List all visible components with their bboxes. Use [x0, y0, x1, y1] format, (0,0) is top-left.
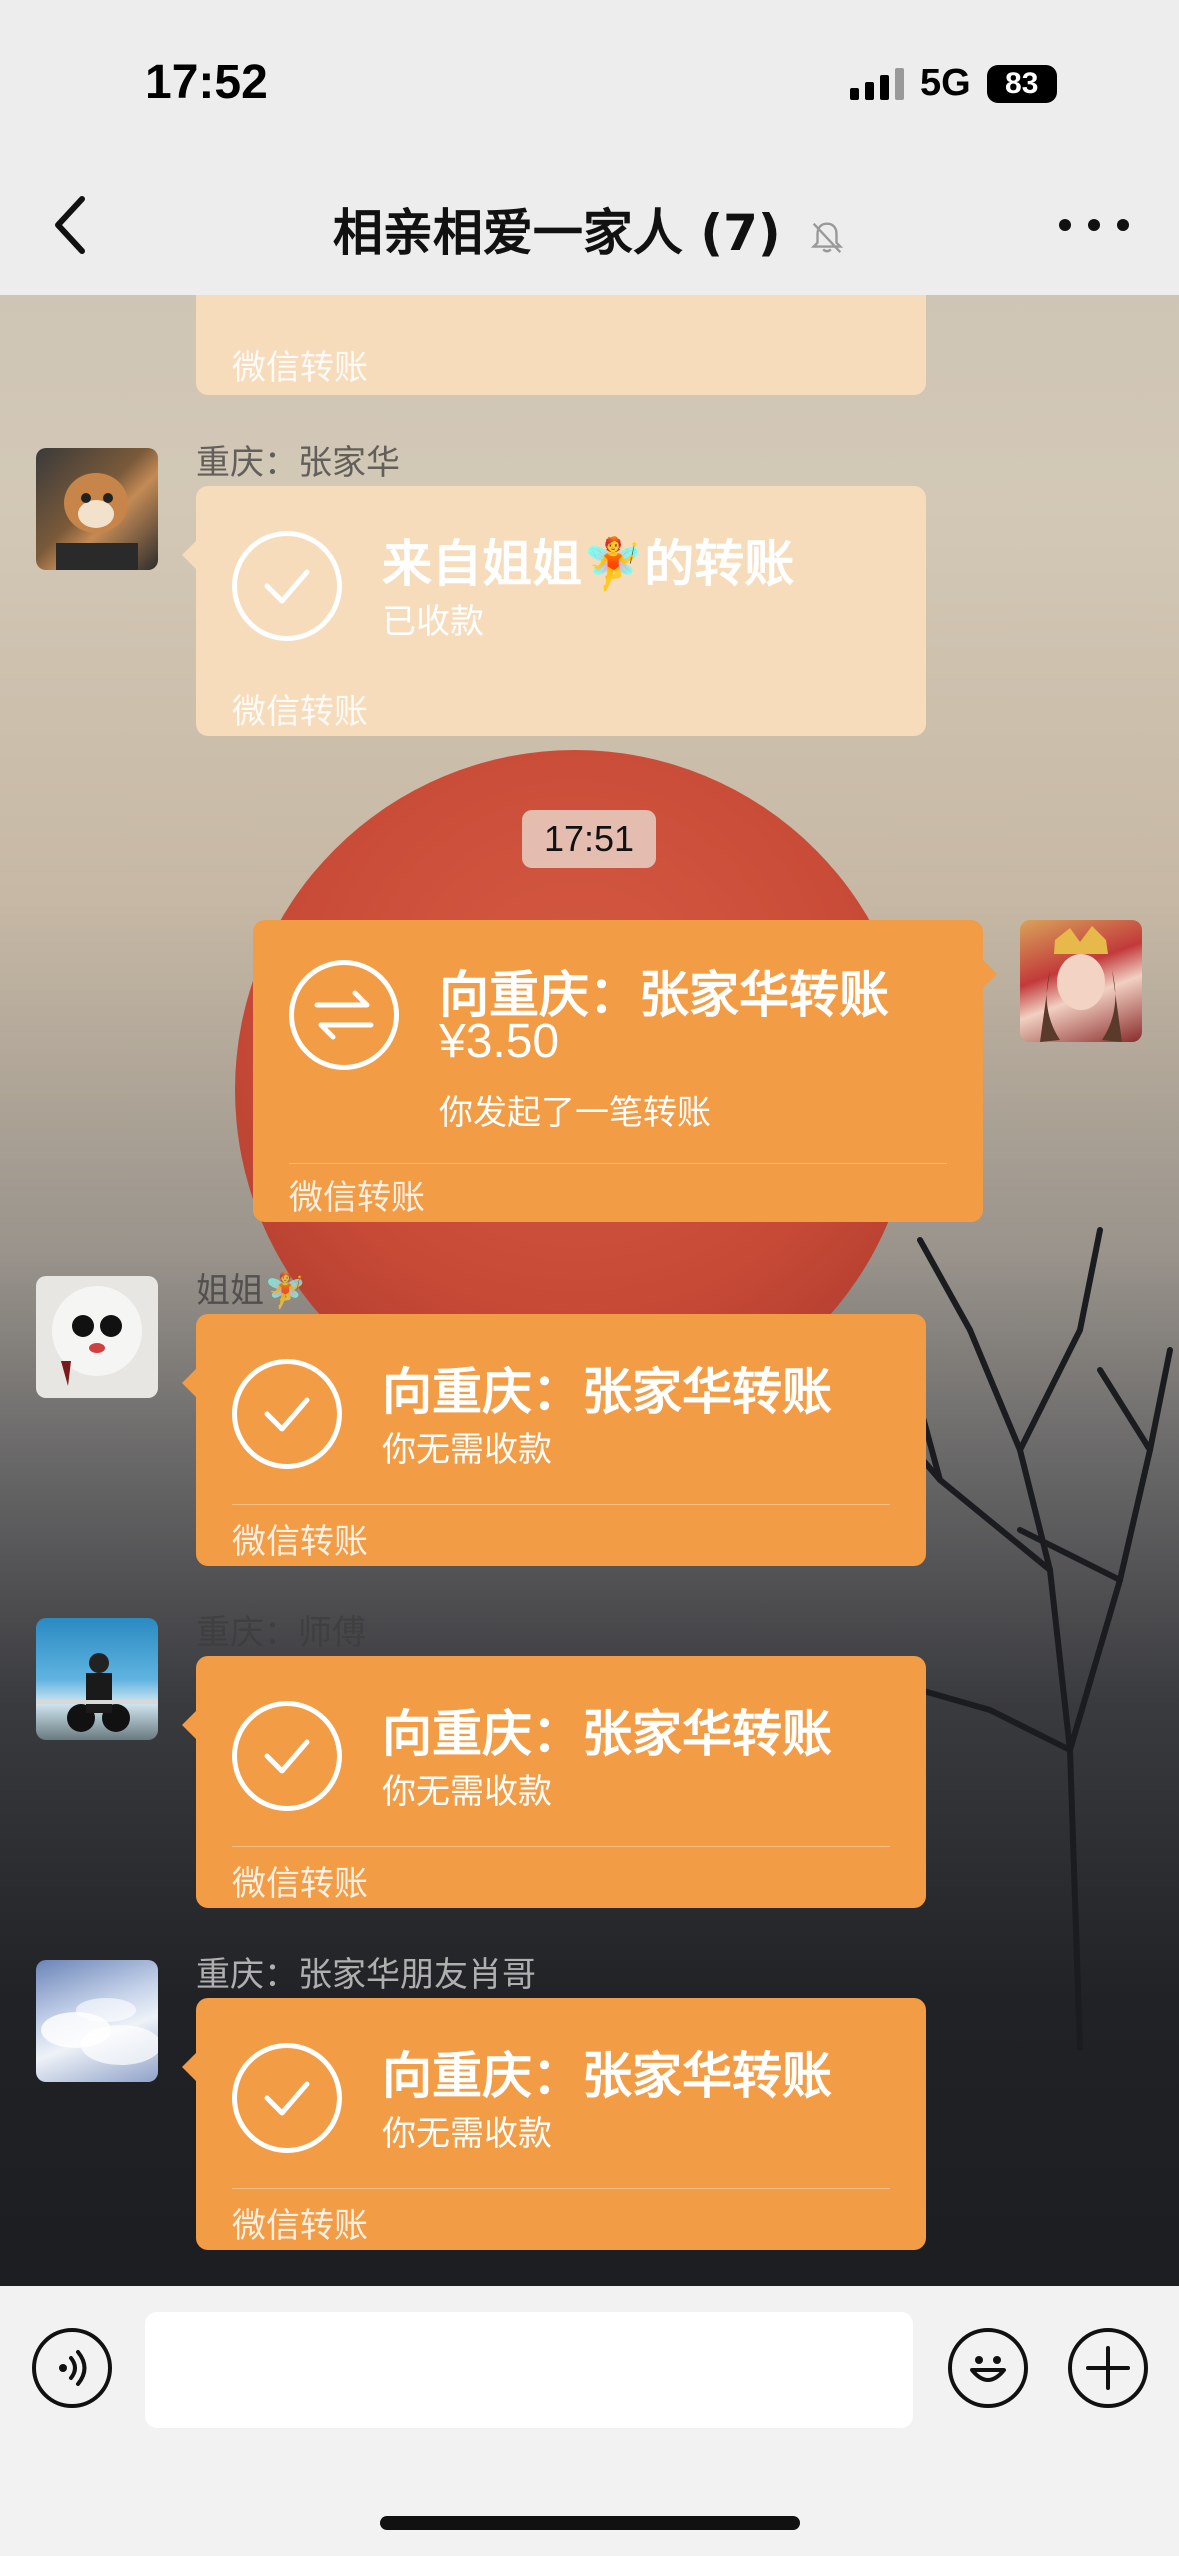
message-input[interactable]	[145, 2312, 913, 2428]
transfer-card[interactable]: 来自姐姐🧚的转账 已收款 微信转账	[182, 486, 926, 736]
transfer-title: 向重庆：张家华转账	[382, 1705, 832, 1763]
card-divider	[232, 1846, 890, 1847]
transfer-status: 你无需收款	[382, 1772, 552, 1812]
motorcycle-avatar-icon	[36, 1653, 158, 1732]
bubble-tail	[182, 1369, 196, 1397]
wallpaper-tree	[877, 1227, 1173, 2050]
transfer-status: 你无需收款	[382, 1430, 552, 1470]
plus-icon	[1086, 2346, 1130, 2390]
transfer-card[interactable]: 向重庆：张家华转账 你无需收款 微信转账	[182, 1998, 926, 2250]
timestamp: 17:51	[522, 810, 656, 868]
avatar[interactable]	[36, 1618, 158, 1740]
transfer-status: 你无需收款	[382, 2114, 552, 2154]
check-icon	[232, 1359, 342, 1469]
card-divider	[232, 2188, 890, 2189]
bubble-tail	[983, 960, 997, 988]
check-icon	[232, 1701, 342, 1811]
clouds-avatar-icon	[41, 1998, 158, 2065]
transfer-amount: ¥3.50	[439, 1015, 560, 1068]
voice-icon	[59, 2350, 87, 2386]
sender-name: 姐姐🧚	[196, 1271, 307, 1311]
girl-avatar-icon	[1040, 926, 1122, 1042]
avatar[interactable]	[36, 1276, 158, 1398]
white-hair-avatar-icon	[52, 1286, 142, 1386]
cellular-signal-icon	[850, 67, 904, 100]
status-time-overlay: 17:52	[145, 56, 268, 109]
check-icon	[232, 2043, 342, 2153]
transfer-card[interactable]: 向重庆：张家华转账 你无需收款 微信转账	[182, 1314, 926, 1566]
transfer-title: 来自姐姐🧚的转账	[382, 535, 795, 593]
mute-bell-icon	[810, 222, 844, 253]
transfer-title: 向重庆：张家华转账	[382, 1363, 832, 1421]
transfer-arrows-icon	[289, 960, 399, 1070]
transfer-card-footer: 微信转账	[232, 348, 368, 388]
network-type-overlay: 5G	[920, 62, 971, 104]
bubble-tail	[182, 1711, 196, 1739]
transfer-card[interactable]: 向重庆：张家华转账 你无需收款 微信转账	[182, 1656, 926, 1908]
sender-name: 重庆：师傅	[196, 1613, 366, 1653]
bubble-tail	[182, 2053, 196, 2081]
more-options-button[interactable]	[1059, 210, 1129, 240]
sender-name: 重庆：张家华	[196, 443, 400, 483]
avatar[interactable]	[36, 448, 158, 570]
dot-icon	[1088, 219, 1100, 231]
avatar[interactable]	[1020, 920, 1142, 1042]
battery-icon: 83	[986, 64, 1057, 103]
dog-avatar-icon	[56, 473, 138, 570]
card-divider	[289, 1163, 947, 1164]
transfer-card-footer: 微信转账	[232, 1522, 368, 1562]
transfer-card-footer: 微信转账	[232, 2206, 368, 2246]
transfer-card-footer: 微信转账	[289, 1178, 425, 1218]
transfer-card-footer: 微信转账	[232, 1864, 368, 1904]
voice-input-button[interactable]	[32, 2328, 112, 2408]
transfer-title: 向重庆：张家华转账	[382, 2047, 832, 2105]
home-indicator	[380, 2516, 800, 2530]
emoji-button[interactable]	[948, 2328, 1028, 2408]
dot-icon	[1117, 219, 1129, 231]
bubble-tail	[182, 541, 196, 569]
dot-icon	[1059, 219, 1071, 231]
smiley-icon	[970, 2356, 1006, 2382]
avatar[interactable]	[36, 1960, 158, 2082]
transfer-status: 你发起了一笔转账	[439, 1093, 711, 1133]
card-divider	[232, 1504, 890, 1505]
transfer-status: 已收款	[382, 602, 484, 642]
more-actions-button[interactable]	[1068, 2328, 1148, 2408]
chat-title: 相亲相爱一家人 (7)	[0, 193, 1179, 265]
sender-name: 重庆：张家华朋友肖哥	[196, 1955, 536, 1995]
status-indicators-overlay: 5G 83	[850, 62, 1057, 105]
check-icon	[232, 531, 342, 641]
transfer-card[interactable]: 向重庆：张家华转账 ¥3.50 你发起了一笔转账 微信转账	[253, 920, 997, 1222]
chat-title-text: 相亲相爱一家人 (7)	[332, 204, 781, 262]
transfer-card-footer: 微信转账	[232, 692, 368, 732]
